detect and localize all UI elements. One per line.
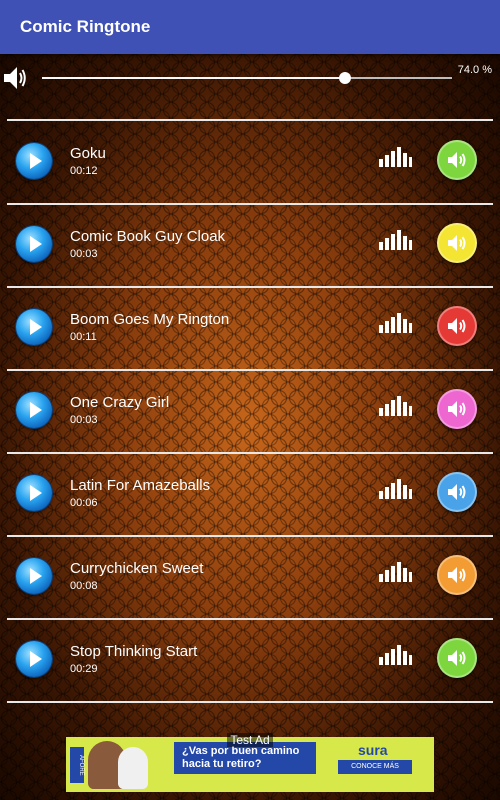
play-icon xyxy=(30,485,42,501)
ringtone-duration: 00:08 xyxy=(70,580,98,592)
set-ringtone-speaker-button[interactable] xyxy=(437,638,477,678)
equalizer-bars-icon xyxy=(379,396,412,416)
ad-side-text: AFORE xyxy=(70,747,84,783)
ringtone-name: Currychicken Sweet xyxy=(70,560,204,577)
equalizer-bars-icon xyxy=(379,479,412,499)
ringtone-duration: 00:06 xyxy=(70,497,98,509)
ringtone-name: Latin For Amazeballs xyxy=(70,477,211,494)
set-ringtone-speaker-button[interactable] xyxy=(437,472,477,512)
ringtone-row[interactable]: One Crazy Girl 00:03 xyxy=(0,370,500,452)
set-ringtone-speaker-button[interactable] xyxy=(437,389,477,429)
ringtone-duration: 00:12 xyxy=(70,165,98,177)
ringtone-row[interactable]: Comic Book Guy Cloak 00:03 xyxy=(0,204,500,286)
set-ringtone-speaker-button[interactable] xyxy=(437,306,477,346)
equalizer-bars-icon xyxy=(379,645,412,665)
ringtone-duration: 00:11 xyxy=(70,331,97,343)
play-icon xyxy=(30,651,42,667)
play-button[interactable] xyxy=(16,641,52,677)
play-icon xyxy=(30,236,42,252)
play-icon xyxy=(30,402,42,418)
speaker-volume-icon xyxy=(448,650,466,666)
ringtone-name: Boom Goes My Rington xyxy=(70,311,230,328)
play-button[interactable] xyxy=(16,226,52,262)
ad-person-image xyxy=(118,747,148,789)
speaker-volume-icon xyxy=(448,567,466,583)
speaker-volume-icon xyxy=(448,318,466,334)
play-icon xyxy=(30,153,42,169)
ringtone-row[interactable]: Latin For Amazeballs 00:06 xyxy=(0,453,500,535)
ringtone-row[interactable]: Boom Goes My Rington 00:11 xyxy=(0,287,500,369)
equalizer-bars-icon xyxy=(379,313,412,333)
ringtone-duration: 00:29 xyxy=(70,663,98,675)
play-button[interactable] xyxy=(16,143,52,179)
speaker-volume-icon xyxy=(448,401,466,417)
play-button[interactable] xyxy=(16,309,52,345)
ad-cta-button[interactable]: CONOCE MÁS xyxy=(338,760,412,774)
app-bar: Comic Ringtone xyxy=(0,0,500,54)
ringtone-duration: 00:03 xyxy=(70,414,98,426)
play-icon xyxy=(30,319,42,335)
ringtone-name: Goku xyxy=(70,145,106,162)
volume-slider-fill xyxy=(42,77,346,79)
ringtone-name: Stop Thinking Start xyxy=(70,643,198,660)
ringtone-row[interactable]: Goku 00:12 xyxy=(0,121,500,203)
ringtone-duration: 00:03 xyxy=(70,248,98,260)
equalizer-bars-icon xyxy=(379,147,412,167)
set-ringtone-speaker-button[interactable] xyxy=(437,140,477,180)
set-ringtone-speaker-button[interactable] xyxy=(437,223,477,263)
volume-icon[interactable] xyxy=(2,64,28,92)
divider xyxy=(7,701,493,703)
app-title: Comic Ringtone xyxy=(20,17,151,36)
set-ringtone-speaker-button[interactable] xyxy=(437,555,477,595)
speaker-volume-icon xyxy=(448,484,466,500)
volume-slider-track[interactable] xyxy=(42,77,452,79)
speaker-volume-icon xyxy=(448,152,466,168)
volume-percent: 74.0 % xyxy=(457,64,492,76)
equalizer-bars-icon xyxy=(379,230,412,250)
play-button[interactable] xyxy=(16,392,52,428)
play-icon xyxy=(30,568,42,584)
ringtone-row[interactable]: Currychicken Sweet 00:08 xyxy=(0,536,500,618)
speaker-volume-icon xyxy=(448,235,466,251)
ringtone-name: Comic Book Guy Cloak xyxy=(70,228,226,245)
play-button[interactable] xyxy=(16,475,52,511)
equalizer-bars-icon xyxy=(379,562,412,582)
ringtone-row[interactable]: Stop Thinking Start 00:29 xyxy=(0,619,500,701)
play-button[interactable] xyxy=(16,558,52,594)
ad-label: Test Ad xyxy=(0,733,500,747)
ringtone-name: One Crazy Girl xyxy=(70,394,170,411)
